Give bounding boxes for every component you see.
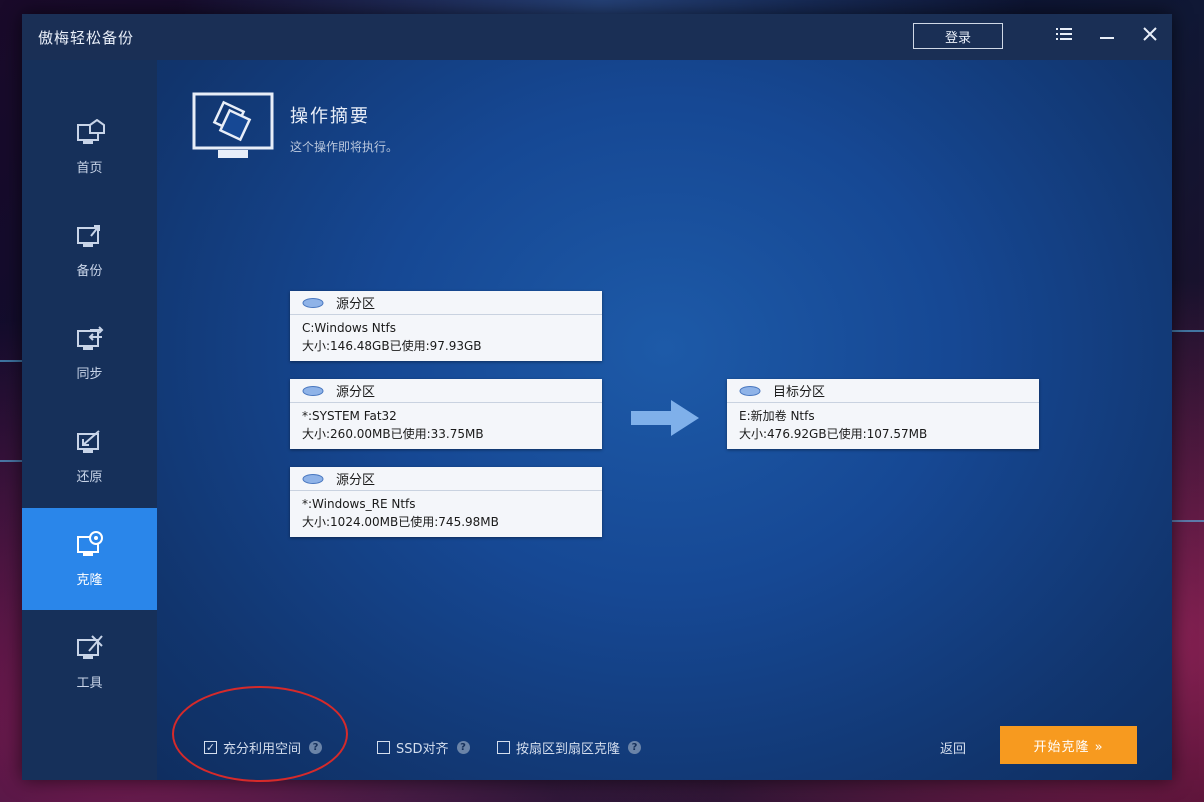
app-title: 傲梅轻松备份 (38, 29, 135, 47)
sidebar-item-label: 首页 (76, 160, 103, 176)
sidebar-item-clone[interactable]: 克隆 (22, 508, 157, 610)
partition-name: *:SYSTEM Fat32 (302, 409, 397, 423)
close-icon[interactable] (1137, 24, 1163, 50)
option-label: SSD对齐 (396, 742, 449, 757)
source-partition-card: 源分区 C:Windows Ntfs 大小:146.48GB已使用:97.93G… (290, 291, 602, 361)
sidebar-item-label: 还原 (76, 469, 103, 485)
partition-size: 大小:146.48GB已使用:97.93GB (302, 339, 482, 353)
partition-header: 源分区 (336, 473, 376, 488)
backdrop-line (0, 460, 22, 462)
sidebar-item-label: 同步 (76, 366, 103, 382)
partition-size: 大小:1024.00MB已使用:745.98MB (302, 515, 499, 529)
disk-icon (739, 385, 761, 396)
backup-icon (76, 224, 100, 247)
option-sector-clone[interactable]: 按扇区到扇区克隆 ? (497, 738, 642, 757)
partition-name: C:Windows Ntfs (302, 321, 396, 335)
restore-icon (76, 429, 100, 453)
sidebar-item-restore[interactable]: 还原 (22, 405, 157, 507)
clone-icon (76, 530, 103, 556)
source-partition-card: 源分区 *:SYSTEM Fat32 大小:260.00MB已使用:33.75M… (290, 379, 602, 449)
summary-subtitle: 这个操作即将执行。 (290, 140, 399, 154)
partition-header: 源分区 (336, 297, 376, 312)
title-bar: 傲梅轻松备份 登录 (22, 14, 1172, 60)
partition-name: E:新加卷 Ntfs (739, 409, 815, 423)
option-label: 按扇区到扇区克隆 (516, 742, 621, 757)
sidebar-item-label: 备份 (76, 263, 103, 279)
back-button[interactable]: 返回 (940, 738, 966, 757)
disk-icon (302, 297, 324, 308)
sidebar-item-tools[interactable]: 工具 (22, 611, 157, 713)
option-ssd-align[interactable]: SSD对齐 ? (377, 738, 470, 757)
checkbox-unchecked[interactable] (497, 741, 510, 754)
minimize-icon[interactable] (1094, 24, 1120, 50)
main-panel: 操作摘要 这个操作即将执行。 源分区 C:Windows Ntfs 大小:146… (157, 60, 1172, 780)
sidebar: 首页 备份 同步 还原 克隆 工具 (22, 60, 157, 780)
sync-icon (76, 325, 103, 350)
source-partition-card: 源分区 *:Windows_RE Ntfs 大小:1024.00MB已使用:74… (290, 467, 602, 537)
login-button[interactable]: 登录 (913, 23, 1003, 49)
app-window: 傲梅轻松备份 登录 首页 备份 同步 还原 克隆 工具 操作摘要 这个操作即将执… (22, 14, 1172, 780)
help-icon[interactable]: ? (628, 741, 642, 754)
backdrop-line (0, 360, 22, 362)
clone-monitor-icon (192, 92, 274, 158)
home-icon (76, 118, 105, 144)
checkbox-unchecked[interactable] (377, 741, 390, 754)
start-clone-button[interactable]: 开始克隆 » (1000, 726, 1137, 764)
backdrop-line (1172, 520, 1204, 522)
partition-name: *:Windows_RE Ntfs (302, 497, 416, 511)
help-icon[interactable]: ? (456, 741, 470, 754)
partition-size: 大小:476.92GB已使用:107.57MB (739, 427, 928, 441)
target-partition-card: 目标分区 E:新加卷 Ntfs 大小:476.92GB已使用:107.57MB (727, 379, 1039, 449)
partition-size: 大小:260.00MB已使用:33.75MB (302, 427, 484, 441)
backdrop-line (1172, 330, 1204, 332)
sidebar-item-sync[interactable]: 同步 (22, 302, 157, 404)
sidebar-item-label: 克隆 (76, 572, 103, 588)
right-arrow-icon (631, 400, 699, 436)
disk-icon (302, 473, 324, 484)
tools-icon (76, 634, 103, 659)
partition-header: 源分区 (336, 385, 376, 400)
summary-title: 操作摘要 (290, 106, 370, 127)
sidebar-item-home[interactable]: 首页 (22, 96, 157, 198)
menu-icon[interactable] (1052, 24, 1078, 50)
sidebar-item-backup[interactable]: 备份 (22, 199, 157, 301)
partition-header: 目标分区 (773, 385, 826, 400)
annotation-circle (172, 686, 348, 782)
sidebar-item-label: 工具 (76, 675, 103, 691)
disk-icon (302, 385, 324, 396)
